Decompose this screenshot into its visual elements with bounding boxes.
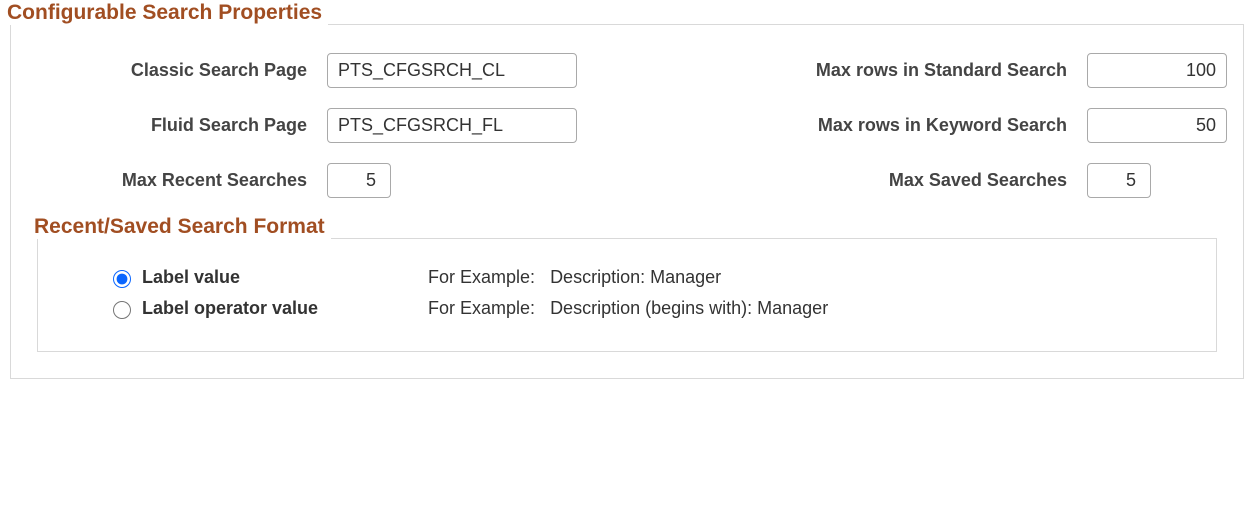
max-rows-keyword-cell — [1087, 108, 1237, 143]
format-radio-label-value[interactable] — [113, 270, 131, 288]
fluid-search-page-label: Fluid Search Page — [37, 115, 327, 136]
format-option-row-label-value: Label value For Example: Description: Ma… — [108, 267, 1190, 288]
classic-search-page-label: Classic Search Page — [37, 60, 327, 81]
max-recent-searches-cell — [327, 163, 587, 198]
example-text: Description: Manager — [550, 267, 721, 287]
format-radio-label-operator-value[interactable] — [113, 301, 131, 319]
properties-grid: Classic Search Page Max rows in Standard… — [37, 53, 1217, 198]
section-title: Configurable Search Properties — [7, 1, 328, 25]
fluid-search-page-input[interactable] — [327, 108, 577, 143]
example-text: Description (begins with): Manager — [550, 298, 828, 318]
format-example-label-operator-value: For Example: Description (begins with): … — [428, 298, 1190, 319]
max-saved-searches-label: Max Saved Searches — [707, 170, 1087, 191]
max-rows-standard-input[interactable] — [1087, 53, 1227, 88]
max-rows-standard-cell — [1087, 53, 1237, 88]
recent-saved-search-format-group: Recent/Saved Search Format Label value F… — [37, 238, 1217, 352]
max-rows-keyword-input[interactable] — [1087, 108, 1227, 143]
configurable-search-properties-group: Configurable Search Properties Classic S… — [10, 24, 1244, 379]
format-radio-label-operator-value-text: Label operator value — [142, 298, 318, 319]
format-example-label-value: For Example: Description: Manager — [428, 267, 1190, 288]
max-rows-keyword-label: Max rows in Keyword Search — [707, 115, 1087, 136]
format-radio-label-value-text: Label value — [142, 267, 240, 288]
max-saved-searches-input[interactable] — [1087, 163, 1151, 198]
max-rows-standard-label: Max rows in Standard Search — [707, 60, 1087, 81]
format-option-label-operator-value[interactable]: Label operator value — [108, 298, 428, 319]
max-saved-searches-cell — [1087, 163, 1237, 198]
classic-search-page-input[interactable] — [327, 53, 577, 88]
max-recent-searches-input[interactable] — [327, 163, 391, 198]
example-prefix: For Example: — [428, 267, 535, 287]
format-section-title: Recent/Saved Search Format — [34, 215, 331, 239]
classic-search-page-cell — [327, 53, 587, 88]
format-option-label-value[interactable]: Label value — [108, 267, 428, 288]
max-recent-searches-label: Max Recent Searches — [37, 170, 327, 191]
format-option-row-label-operator-value: Label operator value For Example: Descri… — [108, 298, 1190, 319]
fluid-search-page-cell — [327, 108, 587, 143]
example-prefix: For Example: — [428, 298, 535, 318]
